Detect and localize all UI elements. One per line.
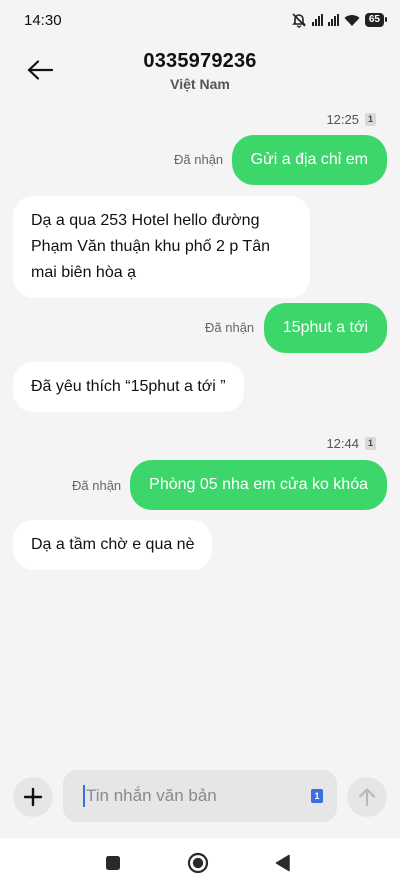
nav-home-button[interactable]: [187, 852, 209, 874]
status-icons: 65: [291, 12, 388, 28]
wifi-icon: [344, 14, 360, 26]
message-line: Dạ a qua 253 Hotel hello đường: [31, 212, 260, 229]
conversation-header: 0335979236 Việt Nam: [0, 40, 400, 102]
battery-indicator: 65: [364, 13, 388, 27]
outgoing-message[interactable]: 15phut a tới: [263, 303, 387, 353]
circle-icon: [187, 852, 209, 874]
contact-name[interactable]: 0335979236: [0, 50, 400, 73]
sim-selector-icon[interactable]: 1: [311, 789, 323, 803]
signal-icon: [311, 14, 323, 26]
system-nav-bar: [0, 838, 400, 888]
timestamp-text: 12:25: [326, 112, 359, 127]
timestamp-text: 12:44: [326, 436, 359, 451]
nav-recent-button[interactable]: [102, 852, 124, 874]
text-cursor: [83, 785, 85, 807]
delivery-status: Đã nhận: [72, 478, 122, 493]
bell-off-icon: [291, 13, 306, 28]
add-attachment-button[interactable]: [13, 777, 53, 817]
sim-icon: 1: [365, 437, 376, 450]
message-timestamp: 12:44 1: [326, 436, 376, 451]
incoming-message[interactable]: Dạ a qua 253 Hotel hello đường Phạm Văn …: [13, 196, 310, 298]
status-bar: 14:30 65: [0, 0, 400, 40]
message-composer: Tin nhắn văn bản 1: [0, 770, 400, 824]
plus-icon: [23, 787, 43, 807]
status-time: 14:30: [24, 11, 62, 29]
contact-region: Việt Nam: [170, 76, 230, 92]
triangle-icon: [275, 854, 290, 872]
arrow-up-icon: [358, 788, 376, 807]
message-input-placeholder: Tin nhắn văn bản: [86, 786, 217, 805]
reaction-message[interactable]: Đã yêu thích “15phut a tới ”: [13, 362, 244, 412]
signal-icon-2: [327, 14, 339, 26]
send-button[interactable]: [347, 777, 387, 817]
delivery-status: Đã nhận: [174, 152, 224, 167]
message-line: mai biên hòa ạ: [31, 264, 136, 281]
sim-icon: 1: [365, 113, 376, 126]
message-input[interactable]: Tin nhắn văn bản 1: [63, 770, 337, 822]
delivery-status: Đã nhận: [205, 320, 255, 335]
message-timestamp: 12:25 1: [326, 112, 376, 127]
message-line: Phạm Văn thuận khu phố 2 p Tân: [31, 238, 270, 255]
outgoing-message[interactable]: Phòng 05 nha em cửa ko khóa: [130, 460, 387, 510]
square-icon: [106, 856, 120, 870]
incoming-message[interactable]: Dạ a tầm chờ e qua nè: [13, 520, 213, 570]
nav-back-button[interactable]: [272, 852, 294, 874]
outgoing-message[interactable]: Gửi a địa chỉ em: [231, 135, 387, 185]
